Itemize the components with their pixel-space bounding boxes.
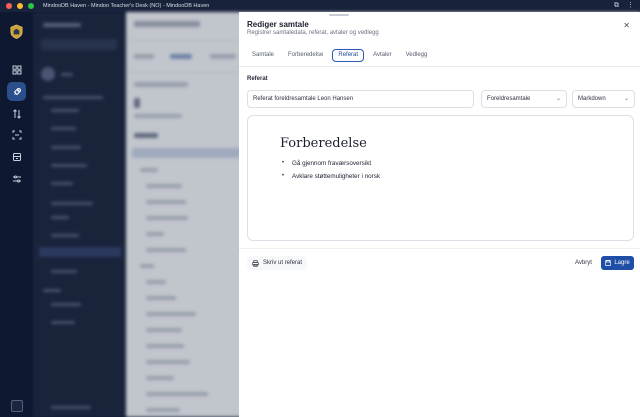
rail-database-button[interactable] — [7, 147, 26, 166]
sliders-icon — [12, 175, 21, 182]
printer-icon — [252, 259, 259, 267]
referat-title-value: Referat foreldresamtale Leon Hansen — [253, 96, 354, 102]
dialog-subtitle: Registrer samtaledata, referat, avtaler … — [247, 30, 379, 36]
dialog-tabs: Samtale Forberedelse Referat Avtaler Ved… — [247, 49, 432, 62]
rail-dashboard-button[interactable] — [7, 60, 26, 79]
tab-forberedelse[interactable]: Forberedelse — [283, 49, 328, 62]
tab-referat[interactable]: Referat — [332, 49, 365, 62]
window-controls — [6, 3, 34, 9]
template-select-value: Foreldresamtale — [487, 96, 531, 102]
app-window: MindooDB Haven - Mindoo Teacher's Desk (… — [0, 0, 640, 417]
close-icon[interactable]: ✕ — [623, 22, 630, 30]
rail-sliders-button[interactable] — [7, 169, 26, 188]
list-item: Avklare støttemuligheter i norsk — [282, 170, 380, 183]
tabs-divider — [239, 66, 640, 67]
editor-bullet-list: Gå gjennom fraværsoversikt Avklare støtt… — [282, 157, 380, 183]
print-referat-button[interactable]: Skriv ut referat — [247, 256, 308, 270]
tab-samtale[interactable]: Samtale — [247, 49, 279, 62]
save-label: Lagre — [614, 260, 630, 266]
dialog-title: Rediger samtale — [247, 20, 309, 29]
template-select[interactable]: Foreldresamtale ⌄ — [481, 90, 567, 108]
referat-editor[interactable]: Forberedelse Gå gjennom fraværsoversikt … — [247, 115, 634, 241]
tab-avtaler[interactable]: Avtaler — [368, 49, 397, 62]
print-referat-label: Skriv ut referat — [263, 260, 303, 266]
format-select[interactable]: Markdown ⌄ — [572, 90, 635, 108]
dashboard-icon — [12, 65, 22, 75]
footer-divider — [239, 248, 640, 249]
save-icon — [605, 260, 612, 266]
section-label: Referat — [247, 76, 268, 82]
background-sidebar — [33, 12, 126, 417]
chevron-down-icon: ⌄ — [623, 96, 629, 102]
database-icon — [12, 152, 21, 161]
share-icon[interactable]: ⧉ — [614, 2, 619, 10]
rail-scan-button[interactable] — [7, 125, 26, 144]
panel-toggle-icon[interactable] — [11, 400, 23, 412]
scan-icon — [12, 130, 21, 139]
save-button[interactable]: Lagre — [601, 256, 634, 270]
format-select-value: Markdown — [578, 96, 606, 102]
more-menu-icon[interactable]: ⋮ — [627, 2, 634, 10]
close-window-button[interactable] — [6, 3, 12, 9]
nav-rail — [0, 12, 33, 417]
title-bar: MindooDB Haven - Mindoo Teacher's Desk (… — [0, 0, 640, 12]
rail-transfer-button[interactable] — [7, 104, 26, 123]
editor-heading: Forberedelse — [280, 136, 367, 151]
referat-title-input[interactable]: Referat foreldresamtale Leon Hansen — [247, 90, 474, 108]
transfer-icon — [12, 108, 21, 119]
rocket-icon — [13, 87, 21, 95]
drawer-handle[interactable] — [329, 14, 349, 16]
app-logo-icon — [10, 24, 23, 39]
edit-conversation-dialog: Rediger samtale Registrer samtaledata, r… — [239, 12, 640, 417]
cancel-button[interactable]: Avbryt — [575, 260, 592, 266]
list-item: Gå gjennom fraværsoversikt — [282, 157, 380, 170]
maximize-window-button[interactable] — [28, 3, 34, 9]
chevron-down-icon: ⌄ — [555, 96, 561, 102]
tab-vedlegg[interactable]: Vedlegg — [401, 49, 433, 62]
minimize-window-button[interactable] — [17, 3, 23, 9]
rail-rocket-button[interactable] — [7, 82, 26, 101]
window-title: MindooDB Haven - Mindoo Teacher's Desk (… — [43, 3, 210, 9]
